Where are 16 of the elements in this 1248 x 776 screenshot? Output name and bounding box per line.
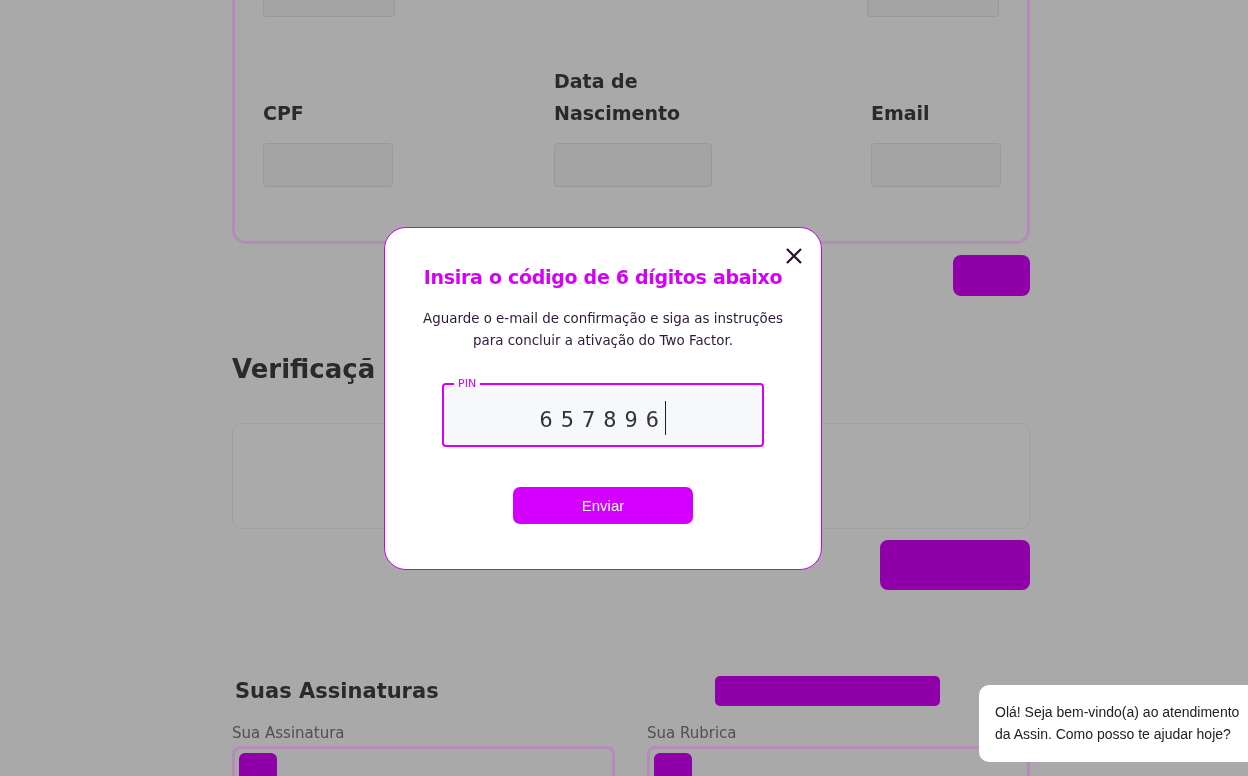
section-heading: Verificaçã xyxy=(232,353,376,386)
panel-label: Sua Assinatura xyxy=(232,724,345,742)
suggestion-button[interactable] xyxy=(715,676,940,706)
field-label: Data de Nascimento xyxy=(554,69,682,126)
save-button[interactable] xyxy=(953,255,1030,296)
pin-field[interactable]: PIN 657896 xyxy=(442,379,764,447)
chat-message: Olá! Seja bem-vindo(a) ao atendimento da Assin. Como posso te ajudar hoje? xyxy=(995,703,1241,744)
close-icon[interactable] xyxy=(786,248,802,264)
panel-label: Sua Rubrica xyxy=(647,724,737,742)
modal-title: Insira o código de 6 dígitos abaixo xyxy=(423,266,783,288)
modal-message: Aguarde o e-mail de confirmação e siga as instruções para concluir a ativação do Two Factor. xyxy=(422,310,784,350)
send-button[interactable]: Enviar xyxy=(513,487,693,524)
field-label: Email xyxy=(871,101,931,126)
field-label: CPF xyxy=(263,101,305,126)
section-heading: Suas Assinaturas xyxy=(235,679,440,703)
enable-button[interactable] xyxy=(880,540,1030,590)
